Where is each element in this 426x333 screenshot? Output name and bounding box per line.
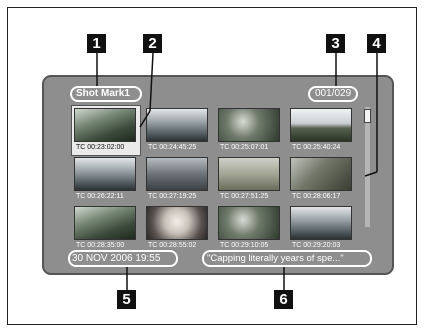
callout-leaders (96, 52, 378, 290)
